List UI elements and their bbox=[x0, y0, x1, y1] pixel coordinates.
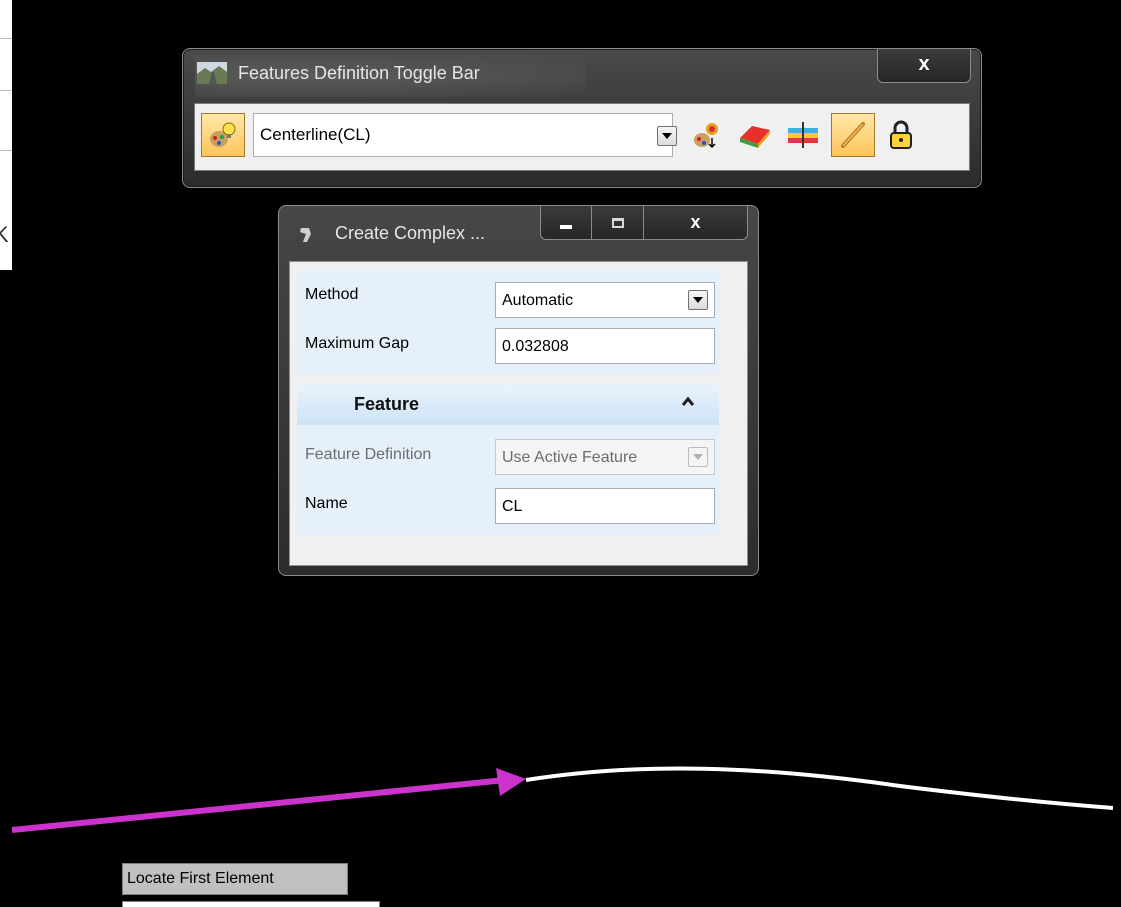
name-label: Name bbox=[305, 495, 348, 512]
palette-bulb-icon bbox=[210, 122, 236, 147]
close-button[interactable]: x bbox=[644, 206, 748, 240]
profile-button[interactable] bbox=[781, 113, 825, 157]
profile-section-icon bbox=[788, 122, 818, 148]
surface-mesh-icon bbox=[740, 126, 770, 148]
chevron-up-icon[interactable] bbox=[681, 395, 695, 409]
surface-button[interactable] bbox=[733, 113, 777, 157]
method-value: Automatic bbox=[502, 292, 574, 309]
link-feature-icon bbox=[841, 122, 865, 148]
minimize-button[interactable] bbox=[540, 206, 592, 240]
maximum-gap-label: Maximum Gap bbox=[305, 335, 410, 352]
close-button[interactable]: x bbox=[877, 49, 971, 83]
dropdown-arrow-icon[interactable] bbox=[657, 126, 677, 146]
active-feature-value: Centerline(CL) bbox=[260, 125, 371, 144]
feature-toggle-button[interactable] bbox=[201, 113, 245, 157]
feature-group: Feature Definition Use Active Feature Na… bbox=[297, 425, 719, 535]
feature-section-header[interactable]: Feature bbox=[297, 383, 719, 425]
maximize-button[interactable] bbox=[592, 206, 644, 240]
maximize-icon bbox=[611, 217, 624, 228]
direction-arrow-icon bbox=[496, 768, 526, 796]
maximum-gap-input[interactable]: 0.032808 bbox=[495, 328, 715, 364]
active-feature-dropdown[interactable]: Centerline(CL) bbox=[253, 113, 673, 157]
feature-definition-label: Feature Definition bbox=[305, 446, 432, 463]
road-landscape-icon bbox=[197, 62, 227, 84]
minimize-icon bbox=[560, 224, 572, 229]
tool-icon bbox=[300, 228, 311, 242]
dropdown-arrow-icon[interactable] bbox=[688, 447, 708, 467]
prompt-input-field[interactable] bbox=[122, 901, 380, 907]
feature-definition-dropdown[interactable]: Use Active Feature bbox=[495, 439, 715, 475]
maximum-gap-value: 0.032808 bbox=[502, 338, 569, 355]
toggle-bar-toolstrip: Centerline(CL) bbox=[194, 103, 970, 171]
dropdown-arrow-icon[interactable] bbox=[688, 290, 708, 310]
parameters-group: Method Automatic Maximum Gap 0.032808 bbox=[297, 269, 719, 373]
pick-feature-button[interactable] bbox=[685, 113, 729, 157]
create-complex-title: Create Complex ... bbox=[335, 223, 486, 243]
create-complex-window[interactable]: Create Complex ... x Method Automatic Ma… bbox=[278, 205, 759, 576]
lock-icon bbox=[890, 120, 912, 149]
create-complex-body: Method Automatic Maximum Gap 0.032808 Fe… bbox=[289, 261, 748, 566]
method-dropdown[interactable]: Automatic bbox=[495, 282, 715, 318]
name-input[interactable]: CL bbox=[495, 488, 715, 524]
link-feature-button[interactable] bbox=[831, 113, 875, 157]
lock-button[interactable] bbox=[879, 113, 923, 157]
highlighted-line-element[interactable] bbox=[11, 777, 506, 833]
feature-definition-value: Use Active Feature bbox=[502, 449, 638, 466]
name-value: CL bbox=[502, 498, 523, 515]
method-label: Method bbox=[305, 286, 359, 303]
features-toggle-bar-window[interactable]: Features Definition Toggle Bar x Centerl… bbox=[182, 48, 982, 188]
curve-element[interactable] bbox=[525, 766, 1114, 810]
feature-section-title: Feature bbox=[354, 394, 420, 414]
cursor-prompt: Locate First Element bbox=[122, 863, 348, 895]
pick-feature-icon bbox=[694, 123, 718, 149]
toggle-bar-title: Features Definition Toggle Bar bbox=[238, 63, 480, 83]
window-controls: x bbox=[540, 206, 748, 240]
